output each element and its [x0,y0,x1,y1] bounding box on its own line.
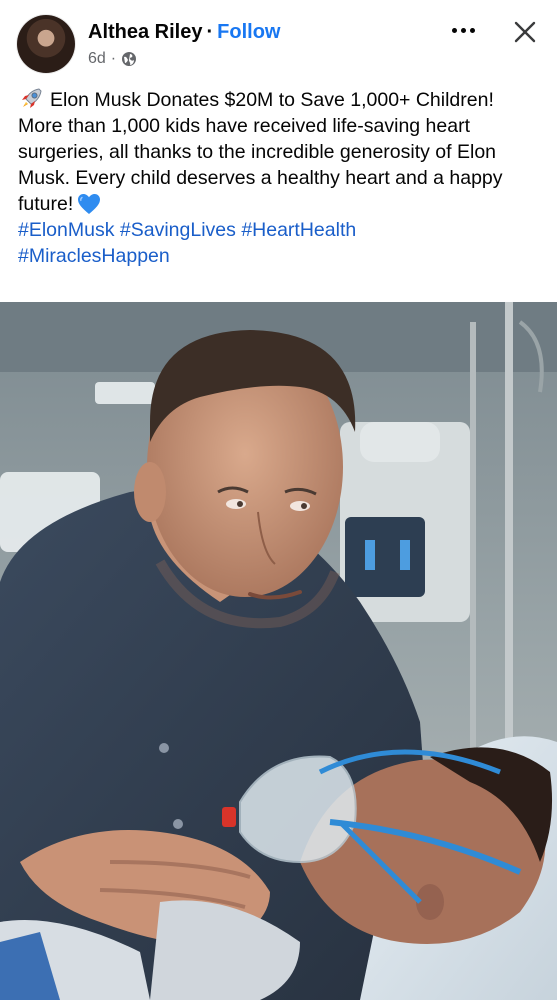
author-name[interactable]: Althea Riley [88,21,202,43]
post-photo[interactable] [0,302,557,1000]
post-headline-line: Elon Musk Donates $20M to Save 1,000+ Ch… [18,86,543,113]
hashtag-link[interactable]: #ElonMusk [18,219,114,241]
post-header: Althea Riley · Follow 6d · [0,0,557,82]
rocket-icon [22,88,42,108]
post-meta: 6d · [88,48,137,70]
follow-button[interactable]: Follow [217,21,280,43]
author-avatar[interactable] [17,15,75,73]
author-line: Althea Riley · Follow [88,20,280,44]
post-headline: Elon Musk Donates $20M to Save 1,000+ Ch… [50,89,494,111]
name-separator: · [206,21,214,43]
blue-heart-icon [78,194,101,214]
hashtag-link[interactable]: #MiraclesHappen [18,245,170,267]
post-hashtags: #ElonMusk #SavingLives #HeartHealth #Mir… [18,217,543,269]
meta-separator: · [110,50,117,67]
post-photo-illustration [0,302,557,1000]
post-text: Elon Musk Donates $20M to Save 1,000+ Ch… [18,86,543,269]
post-time[interactable]: 6d [88,48,106,70]
close-icon[interactable] [510,17,540,47]
hashtag-link[interactable]: #HeartHealth [241,219,356,241]
post-body-line: More than 1,000 kids have received life-… [18,113,543,217]
hashtag-link[interactable]: #SavingLives [120,219,236,241]
globe-icon [122,52,137,66]
more-options-icon[interactable] [446,18,480,42]
